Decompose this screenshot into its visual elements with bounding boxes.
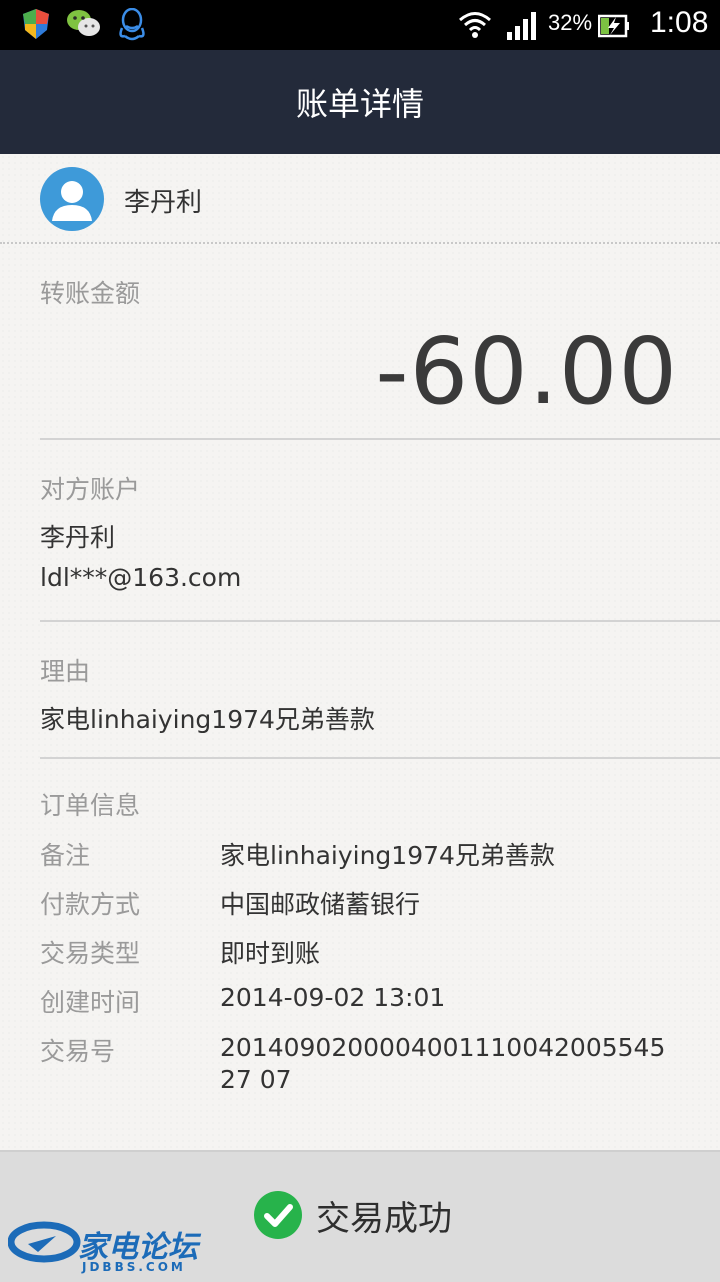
- reason-label: 理由: [40, 657, 91, 686]
- divider: [40, 438, 720, 440]
- battery-percent: 32%: [548, 10, 593, 35]
- wechat-icon: [67, 10, 100, 36]
- user-icon: [52, 181, 92, 221]
- avatar[interactable]: [40, 167, 104, 231]
- order-row-value: 家电linhaiying1974兄弟善款: [220, 841, 555, 870]
- transaction-number: 201409020000400111004200554527 07: [220, 1033, 666, 1094]
- payee-name: 李丹利: [124, 188, 203, 218]
- order-info-label: 订单信息: [40, 791, 141, 820]
- clock: 1:08: [650, 6, 709, 39]
- page-title: 账单详情: [295, 85, 424, 123]
- order-row-label: 交易类型: [40, 939, 141, 968]
- wifi-icon: [459, 12, 491, 38]
- dotted-divider: [0, 242, 720, 244]
- amount-value: -60.00: [375, 318, 678, 425]
- signal-icon: [507, 12, 536, 40]
- reason-value: 家电linhaiying1974兄弟善款: [40, 705, 375, 734]
- status-bar: 32% 1:08: [0, 0, 720, 50]
- success-icon: [254, 1191, 302, 1239]
- divider: [40, 757, 720, 759]
- order-row-value: 中国邮政储蓄银行: [220, 890, 421, 919]
- battery-icon: [598, 14, 629, 38]
- shield-icon: [23, 9, 49, 39]
- order-row-label: 交易号: [40, 1037, 116, 1066]
- order-row-value: 即时到账: [220, 939, 321, 968]
- check-icon: [264, 1204, 293, 1227]
- counterparty-email: ldl***@163.com: [40, 563, 242, 592]
- counterparty-label: 对方账户: [40, 475, 141, 504]
- order-row-label: 备注: [40, 841, 91, 870]
- watermark-subtext: JDBBS.COM: [82, 1260, 186, 1274]
- qq-icon: [119, 8, 145, 41]
- order-row-label: 创建时间: [40, 988, 141, 1017]
- order-row-label: 付款方式: [40, 890, 141, 919]
- counterparty-name: 李丹利: [40, 523, 116, 552]
- title-bar: 账单详情: [0, 50, 720, 154]
- amount-label: 转账金额: [40, 279, 141, 308]
- transaction-status: 交易成功: [316, 1199, 452, 1239]
- divider: [40, 620, 720, 622]
- order-row-value: 2014-09-02 13:01: [220, 983, 446, 1012]
